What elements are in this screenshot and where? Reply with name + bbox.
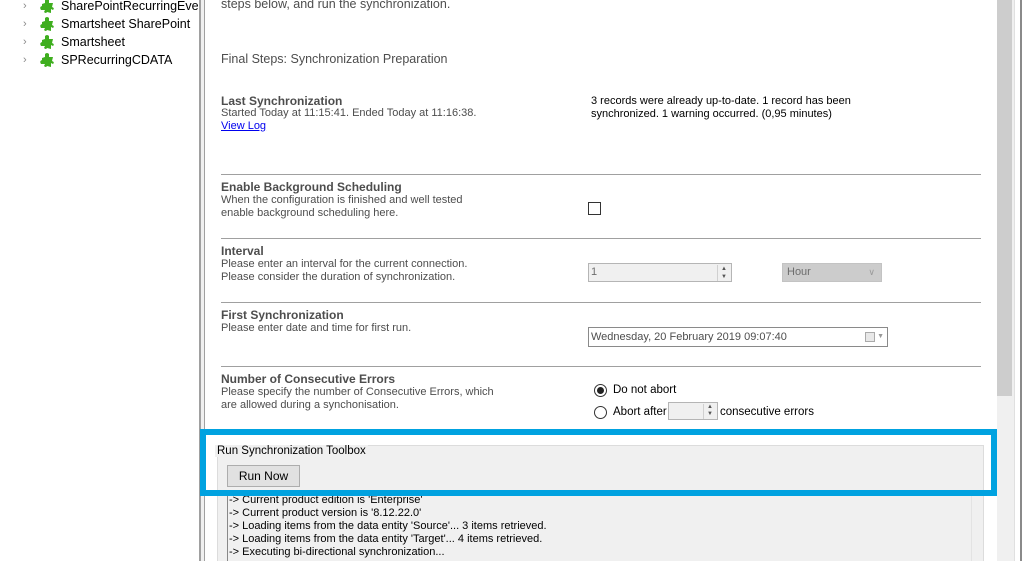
sync-log[interactable]: -> Current product edition is 'Enterpris… bbox=[227, 494, 972, 561]
calendar-icon[interactable] bbox=[865, 332, 875, 342]
first-sync-heading: First Synchronization bbox=[221, 308, 344, 322]
last-sync-detail: Started Today at 11:15:41. Ended Today a… bbox=[221, 107, 477, 119]
first-sync-datetime-value: Wednesday, 20 February 2019 09:07:40 bbox=[591, 331, 787, 343]
window-border bbox=[1014, 0, 1024, 561]
run-sync-toolbox-title: Run Synchronization Toolbox bbox=[215, 445, 368, 457]
chevron-down-icon: ∨ bbox=[868, 267, 875, 277]
tree-item-label: SharePointRecurringEvent bbox=[61, 0, 209, 13]
chevron-right-icon[interactable]: › bbox=[23, 0, 33, 12]
interval-unit-value: Hour bbox=[787, 266, 811, 278]
log-line: -> Loading items from the data entity 'T… bbox=[229, 533, 543, 545]
vertical-scrollbar[interactable] bbox=[997, 0, 1014, 561]
caret-up-icon[interactable]: ▲ bbox=[704, 404, 716, 411]
interval-desc-1: Please enter an interval for the current… bbox=[221, 258, 468, 270]
tree-item-label: Smartsheet SharePoint bbox=[61, 17, 191, 31]
first-sync-desc: Please enter date and time for first run… bbox=[221, 322, 412, 334]
tree-item-smartsheet[interactable]: › Smartsheet bbox=[0, 33, 199, 51]
consecutive-errors-desc-2: are allowed during a synchonisation. bbox=[221, 399, 399, 411]
divider bbox=[221, 366, 981, 367]
divider bbox=[221, 174, 981, 175]
enable-background-scheduling-checkbox[interactable] bbox=[588, 202, 601, 215]
tree-item-sharepointrecurringevent[interactable]: › SharePointRecurringEvent bbox=[0, 0, 209, 15]
app-window: › SharePointRecurringEvent › Smartsheet … bbox=[0, 0, 1024, 561]
sync-preparation-panel: steps below, and run the synchronization… bbox=[205, 0, 996, 561]
caret-down-icon[interactable]: ▼ bbox=[704, 411, 716, 418]
dropdown-arrow-icon[interactable]: ▼ bbox=[877, 328, 884, 346]
background-scheduling-heading: Enable Background Scheduling bbox=[221, 180, 402, 194]
log-line: -> Loading items from the data entity 'S… bbox=[229, 520, 547, 532]
run-now-button[interactable]: Run Now bbox=[227, 465, 300, 487]
tree-item-label: Smartsheet bbox=[61, 35, 125, 49]
log-line: -> Current product edition is 'Enterpris… bbox=[229, 494, 423, 506]
caret-down-icon[interactable]: ▼ bbox=[718, 273, 730, 281]
scrollbar-thumb[interactable] bbox=[997, 0, 1012, 396]
result-line-2: synchronized. 1 warning occurred. (0,95 … bbox=[591, 108, 832, 120]
interval-value: 1 bbox=[591, 266, 598, 278]
log-line: -> Executing bi-directional synchronizat… bbox=[229, 546, 445, 558]
interval-unit-select[interactable]: Hour ∨ bbox=[782, 263, 882, 282]
chevron-right-icon[interactable]: › bbox=[23, 54, 33, 66]
abort-after-stepper[interactable]: ▲ ▼ bbox=[668, 402, 718, 420]
do-not-abort-label[interactable]: Do not abort bbox=[613, 384, 676, 396]
chevron-right-icon[interactable]: › bbox=[23, 36, 33, 48]
first-sync-datetime-picker[interactable]: Wednesday, 20 February 2019 09:07:40 ▼ bbox=[588, 327, 888, 347]
intro-text: steps below, and run the synchronization… bbox=[221, 0, 451, 11]
view-log-link[interactable]: View Log bbox=[221, 120, 266, 132]
stepper-buttons[interactable]: ▲ ▼ bbox=[717, 265, 730, 281]
connection-tree: › SharePointRecurringEvent › Smartsheet … bbox=[0, 0, 209, 561]
divider bbox=[221, 302, 981, 303]
consecutive-errors-suffix: consecutive errors bbox=[720, 406, 814, 418]
background-scheduling-desc-1: When the configuration is finished and w… bbox=[221, 194, 463, 206]
interval-stepper[interactable]: 1 ▲ ▼ bbox=[588, 263, 732, 282]
interval-heading: Interval bbox=[221, 244, 264, 258]
interval-desc-2: Please consider the duration of synchron… bbox=[221, 271, 456, 283]
puzzle-icon bbox=[40, 35, 54, 49]
chevron-right-icon[interactable]: › bbox=[23, 18, 33, 30]
tree-item-smartsheet-sharepoint[interactable]: › Smartsheet SharePoint bbox=[0, 15, 199, 33]
last-sync-heading: Last Synchronization bbox=[221, 94, 343, 108]
caret-up-icon[interactable]: ▲ bbox=[718, 265, 730, 273]
log-line: -> Current product version is '8.12.22.0… bbox=[229, 507, 422, 519]
section-title: Final Steps: Synchronization Preparation bbox=[221, 52, 448, 66]
consecutive-errors-heading: Number of Consecutive Errors bbox=[221, 372, 396, 386]
consecutive-errors-desc-1: Please specify the number of Consecutive… bbox=[221, 386, 494, 398]
puzzle-icon bbox=[40, 17, 54, 31]
do-not-abort-radio[interactable] bbox=[594, 384, 607, 397]
puzzle-icon bbox=[40, 53, 54, 67]
abort-after-label[interactable]: Abort after bbox=[613, 406, 667, 418]
result-line-1: 3 records were already up-to-date. 1 rec… bbox=[591, 95, 851, 107]
tree-item-sprecurringcdata[interactable]: › SPRecurringCDATA bbox=[0, 51, 199, 69]
abort-after-radio[interactable] bbox=[594, 406, 607, 419]
puzzle-icon bbox=[40, 0, 54, 13]
tree-item-label: SPRecurringCDATA bbox=[61, 53, 173, 67]
background-scheduling-desc-2: enable background scheduling here. bbox=[221, 207, 399, 219]
divider bbox=[221, 238, 981, 239]
last-sync-result: 3 records were already up-to-date. 1 rec… bbox=[591, 95, 881, 121]
stepper-buttons[interactable]: ▲ ▼ bbox=[703, 404, 716, 419]
